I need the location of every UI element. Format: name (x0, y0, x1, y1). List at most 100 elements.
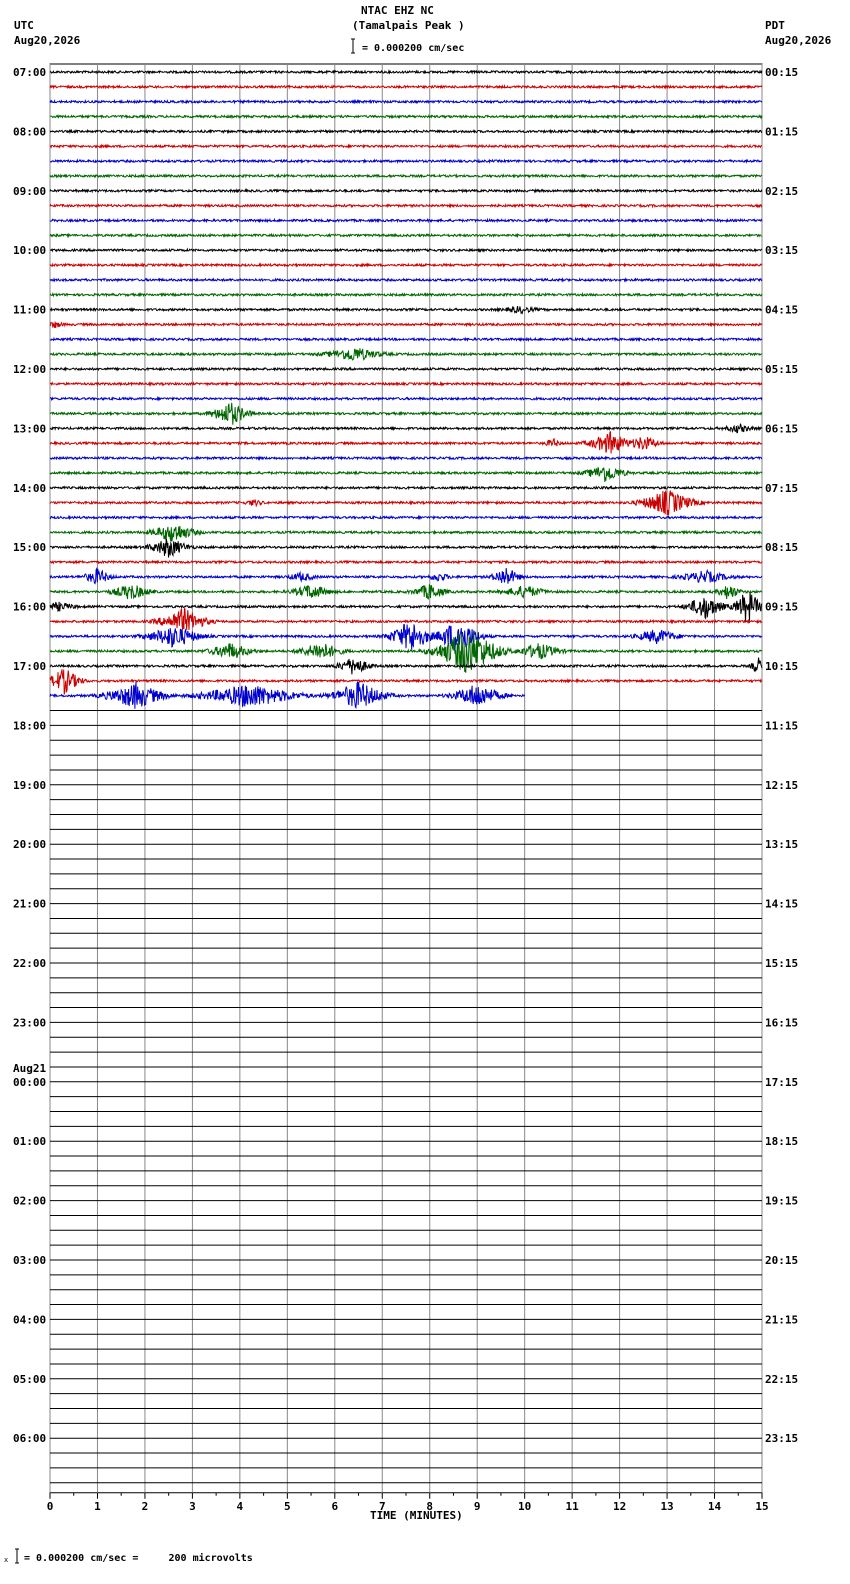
left-date-change-label: Aug21 (13, 1062, 46, 1075)
seismic-trace (49, 321, 763, 328)
left-hour-label: 11:00 (13, 304, 46, 317)
right-hour-label: 09:15 (765, 601, 798, 614)
left-hour-label: 06:00 (13, 1432, 46, 1445)
left-hour-label: 22:00 (13, 957, 46, 970)
seismic-trace (49, 98, 763, 105)
left-hour-label: 19:00 (13, 779, 46, 792)
seismic-trace (49, 69, 763, 75)
left-hour-label: 14:00 (13, 482, 46, 495)
x-tick-label: 1 (94, 1500, 101, 1513)
seismic-trace (49, 202, 763, 209)
left-hour-label: 09:00 (13, 185, 46, 198)
right-hour-label: 13:15 (765, 838, 798, 851)
x-tick-label: 0 (47, 1500, 54, 1513)
right-hour-label: 12:15 (765, 779, 798, 792)
x-tick-label: 12 (613, 1500, 626, 1513)
right-hour-label: 15:15 (765, 957, 798, 970)
right-hour-label: 23:15 (765, 1432, 798, 1445)
seismic-trace (49, 158, 763, 164)
x-tick-label: 2 (142, 1500, 149, 1513)
right-hour-label: 19:15 (765, 1195, 798, 1208)
seismic-trace (49, 277, 763, 283)
right-hour-label: 03:15 (765, 244, 798, 257)
seismic-trace (49, 143, 762, 150)
seismic-trace (49, 366, 763, 372)
left-hour-label: 23:00 (13, 1016, 46, 1029)
seismic-trace (49, 262, 763, 268)
seismic-trace (49, 490, 763, 516)
seismic-trace (49, 217, 763, 224)
seismic-trace (49, 592, 763, 623)
right-hour-label: 06:15 (765, 422, 798, 435)
seismic-trace (49, 538, 763, 558)
left-hour-label: 15:00 (13, 541, 46, 554)
seismic-trace (49, 559, 763, 565)
seismic-trace (49, 232, 763, 239)
seismic-trace (49, 623, 763, 652)
seismic-trace (49, 128, 763, 135)
footer-scale-icon: x (4, 1548, 20, 1564)
seismic-trace (49, 380, 763, 387)
x-tick-label: 5 (284, 1500, 291, 1513)
seismogram-plot: 0 1 2 3 4 5 6 7 8 9 10 11 12 13 14 1507:0008:0009:0010:… (13, 63, 798, 1513)
seismic-trace (49, 113, 763, 120)
seismic-trace (49, 514, 763, 521)
right-hour-label: 20:15 (765, 1254, 798, 1267)
left-hour-label: 07:00 (13, 66, 46, 79)
x-tick-label: 14 (708, 1500, 722, 1513)
right-hour-label: 00:15 (765, 66, 798, 79)
right-hour-label: 05:15 (765, 363, 798, 376)
seismic-trace (49, 657, 763, 675)
seismic-trace (49, 173, 763, 179)
left-hour-label: 08:00 (13, 125, 46, 138)
x-tick-label: 3 (189, 1500, 196, 1513)
seismic-trace (49, 402, 763, 425)
plot-frame (49, 63, 763, 1494)
x-tick-label: 10 (518, 1500, 531, 1513)
left-hour-label: 04:00 (13, 1313, 46, 1326)
seismic-trace (49, 455, 762, 461)
seismic-trace (49, 291, 763, 298)
seismic-trace (49, 395, 763, 402)
left-hour-label: 01:00 (13, 1135, 46, 1148)
seismic-trace (49, 485, 763, 491)
x-tick-label: 9 (474, 1500, 481, 1513)
right-hour-label: 07:15 (765, 482, 798, 495)
seismic-trace (49, 247, 762, 254)
seismic-trace (49, 83, 763, 90)
seismic-trace (49, 525, 763, 542)
right-hour-label: 10:15 (765, 660, 798, 673)
left-hour-label: 12:00 (13, 363, 46, 376)
left-hour-label: 02:00 (13, 1195, 46, 1208)
right-hour-label: 01:15 (765, 125, 798, 138)
right-hour-label: 04:15 (765, 304, 798, 317)
x-tick-label: 15 (755, 1500, 768, 1513)
x-tick-label: 13 (660, 1500, 673, 1513)
footer-scale-note: = 0.000200 cm/sec = 200 microvolts (24, 1553, 253, 1564)
seismic-trace (49, 187, 763, 194)
x-tick-label: 11 (566, 1500, 580, 1513)
seismic-trace (49, 669, 763, 695)
seismic-trace (49, 566, 763, 585)
right-hour-label: 11:15 (765, 719, 798, 732)
left-hour-label: 10:00 (13, 244, 46, 257)
left-hour-label: 16:00 (13, 601, 46, 614)
svg-text:x: x (4, 1556, 8, 1564)
right-hour-label: 16:15 (765, 1016, 798, 1029)
left-hour-label: 20:00 (13, 838, 46, 851)
left-hour-label: 13:00 (13, 422, 46, 435)
right-hour-label: 21:15 (765, 1313, 798, 1326)
right-hour-label: 14:15 (765, 898, 798, 911)
seismic-trace (49, 584, 763, 600)
left-hour-label: 21:00 (13, 898, 46, 911)
right-hour-label: 08:15 (765, 541, 798, 554)
left-hour-label: 03:00 (13, 1254, 46, 1267)
seismic-trace (49, 466, 763, 482)
seismic-trace (49, 348, 763, 361)
right-hour-label: 17:15 (765, 1076, 798, 1089)
left-hour-label: 00:00 (13, 1076, 46, 1089)
right-hour-label: 02:15 (765, 185, 798, 198)
seismic-trace (49, 305, 763, 315)
right-hour-label: 22:15 (765, 1373, 798, 1386)
seismic-trace (49, 423, 763, 434)
